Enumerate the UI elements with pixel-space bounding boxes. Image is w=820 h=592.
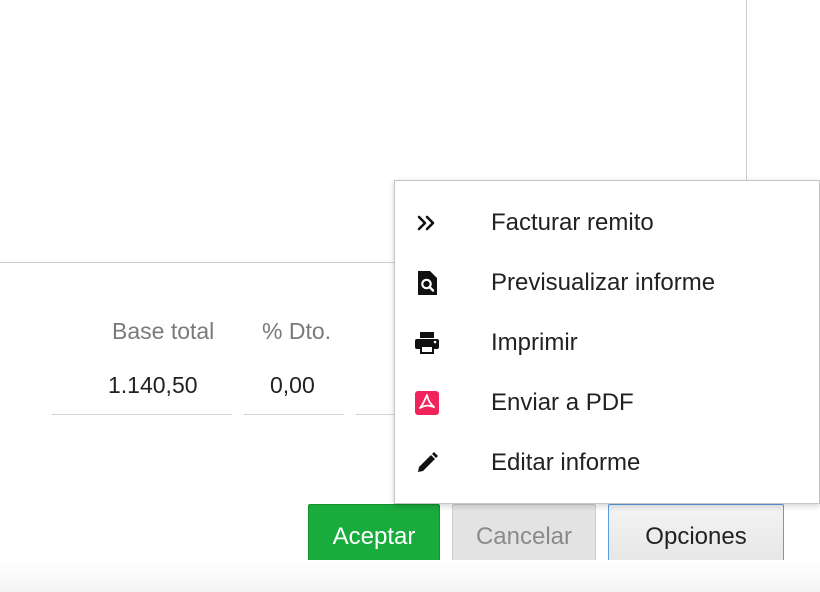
discount-value[interactable]: 0,00 bbox=[270, 372, 315, 399]
horizontal-divider bbox=[0, 262, 394, 263]
pdf-icon bbox=[413, 389, 441, 417]
menu-item-editar-informe[interactable]: Editar informe bbox=[395, 433, 819, 493]
menu-item-previsualizar-informe[interactable]: Previsualizar informe bbox=[395, 253, 819, 313]
next-field-underline bbox=[356, 414, 394, 415]
menu-item-label: Enviar a PDF bbox=[491, 389, 634, 416]
double-chevron-right-icon bbox=[413, 209, 441, 237]
menu-item-enviar-pdf[interactable]: Enviar a PDF bbox=[395, 373, 819, 433]
discount-label: % Dto. bbox=[262, 318, 332, 344]
base-total-value[interactable]: 1.140,50 bbox=[108, 372, 198, 399]
vertical-divider bbox=[746, 0, 747, 182]
pencil-icon bbox=[413, 449, 441, 477]
menu-item-label: Facturar remito bbox=[491, 209, 654, 236]
base-total-field-underline bbox=[52, 414, 232, 415]
menu-item-label: Imprimir bbox=[491, 329, 578, 356]
document-search-icon bbox=[413, 269, 441, 297]
menu-item-facturar-remito[interactable]: Facturar remito bbox=[395, 193, 819, 253]
menu-item-imprimir[interactable]: Imprimir bbox=[395, 313, 819, 373]
options-menu: Facturar remito Previsualizar informe Im… bbox=[394, 180, 820, 504]
discount-field-underline bbox=[244, 414, 344, 415]
footer-shade bbox=[0, 560, 820, 592]
printer-icon bbox=[413, 329, 441, 357]
menu-item-label: Previsualizar informe bbox=[491, 269, 716, 296]
menu-item-label: Editar informe bbox=[491, 449, 641, 476]
base-total-label: Base total bbox=[112, 318, 215, 344]
